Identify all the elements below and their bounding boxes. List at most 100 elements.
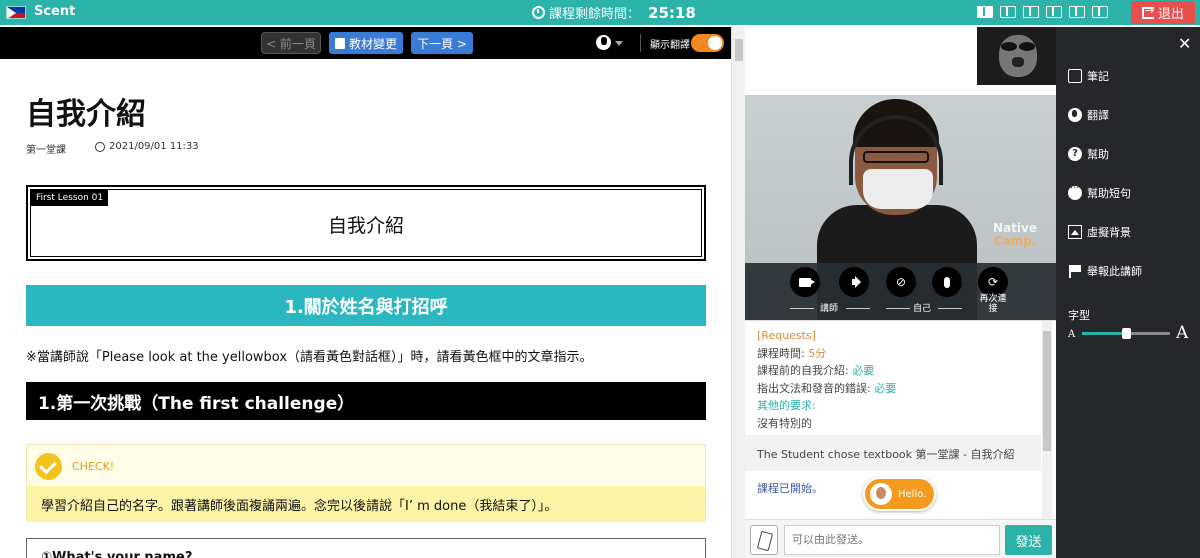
slider-handle[interactable] bbox=[1122, 328, 1131, 339]
help-icon: ? bbox=[1068, 147, 1082, 161]
translate-label: 顯示翻譯 bbox=[650, 40, 690, 51]
section-title: 1.關於姓名與打招呼 bbox=[26, 285, 706, 326]
speaker-icon bbox=[851, 279, 857, 285]
lesson-label: 第一堂課 bbox=[26, 145, 66, 156]
request-item: 沒有特別的 bbox=[757, 416, 812, 430]
book-icon bbox=[334, 37, 345, 49]
date-text: 2021/09/01 11:33 bbox=[109, 141, 199, 152]
check-label: CHECK! bbox=[72, 460, 115, 473]
microphone-icon bbox=[944, 276, 950, 288]
check-circle-icon bbox=[95, 141, 105, 152]
page-title: 自我介紹 bbox=[26, 97, 146, 132]
lesson-tag: First Lesson 01 bbox=[31, 190, 109, 206]
call-controls: ⊘ ⟳ 講師 自己 再次連接 bbox=[745, 263, 1056, 320]
camera-icon bbox=[799, 277, 815, 287]
camera-toggle-button[interactable] bbox=[790, 267, 820, 297]
reconnect-button[interactable]: ⟳ bbox=[978, 267, 1008, 297]
self-camera-thumbnail bbox=[977, 27, 1056, 85]
next-page-button[interactable]: 下一頁 > bbox=[411, 32, 473, 54]
layout-6-icon[interactable] bbox=[1092, 6, 1108, 18]
memo-button[interactable] bbox=[750, 525, 778, 555]
reconnect-label: 再次連接 bbox=[979, 294, 1007, 314]
image-icon bbox=[1068, 225, 1082, 239]
globe-icon bbox=[1068, 108, 1082, 122]
self-camera-off-button[interactable]: ⊘ bbox=[886, 267, 916, 297]
avatar bbox=[870, 483, 892, 505]
exit-label: 退出 bbox=[1157, 7, 1184, 22]
lesson-date: 2021/09/01 11:33 bbox=[95, 141, 199, 152]
lesson-name: 自我介紹 bbox=[327, 215, 404, 237]
layout-1-icon[interactable] bbox=[977, 6, 993, 18]
exit-button[interactable]: 退出 bbox=[1131, 1, 1195, 24]
sidebar-item-help[interactable]: ? 幫助 bbox=[1068, 145, 1109, 163]
sidebar-item-label: 筆記 bbox=[1087, 70, 1109, 83]
prev-page-button[interactable]: < 前一頁 bbox=[261, 32, 321, 54]
sidebar-item-label: 幫助短句 bbox=[1087, 187, 1131, 200]
check-box: CHECK! 學習介紹自己的名字。跟著講師後面複誦兩遍。念完以後請說「I’ m … bbox=[26, 444, 706, 522]
send-button[interactable]: 發送 bbox=[1005, 525, 1052, 555]
font-size-slider[interactable] bbox=[1082, 328, 1170, 339]
font-size-label: 字型 bbox=[1068, 309, 1090, 322]
sidebar-item-notes[interactable]: 筆記 bbox=[1068, 67, 1109, 85]
mic-toggle-button[interactable] bbox=[932, 267, 962, 297]
teacher-label: 講師 bbox=[820, 304, 839, 314]
textbook-content: 自我介紹 第一堂課 2021/09/01 11:33 First Lesson … bbox=[0, 59, 731, 558]
change-textbook-label: 教材變更 bbox=[348, 36, 397, 51]
camera-off-icon: ⊘ bbox=[895, 275, 907, 289]
hello-greeting-bubble[interactable]: Hello. bbox=[863, 477, 936, 511]
change-textbook-button[interactable]: 教材變更 bbox=[329, 32, 403, 54]
request-item: 其他的要求: bbox=[757, 399, 816, 412]
hello-text: Hello. bbox=[898, 488, 927, 500]
clock-icon bbox=[532, 6, 545, 19]
video-watermark: Native Camp. bbox=[993, 221, 1037, 248]
sidebar-item-help-phrases[interactable]: 幫助短句 bbox=[1068, 183, 1131, 202]
request-item: 課程時間: 5分 bbox=[757, 346, 827, 360]
close-icon[interactable]: ✕ bbox=[1178, 34, 1191, 53]
divider bbox=[640, 34, 641, 52]
textbook-toolbar: < 前一頁 教材變更 下一頁 > 顯示翻譯 bbox=[0, 27, 731, 59]
right-sidebar: ✕ 筆記 翻譯 ? 幫助 幫助短句 虛擬背景 舉報此講師 字型 A A bbox=[1056, 27, 1200, 558]
sidebar-item-label: 幫助 bbox=[1087, 148, 1109, 161]
lesson-started-message: 課程已開始。 bbox=[757, 482, 823, 495]
checkmark-icon bbox=[35, 453, 62, 480]
timer-label: 課程剩餘時間： bbox=[549, 7, 641, 22]
request-item: 指出文法和發音的錯誤: 必要 bbox=[757, 381, 897, 395]
layout-3-icon[interactable] bbox=[1023, 6, 1039, 18]
chat-input[interactable] bbox=[784, 525, 1000, 555]
requests-list: [Requests] 課程時間: 5分 課程前的自我介紹: 必要 指出文法和發音… bbox=[757, 327, 896, 432]
philippines-flag-icon bbox=[6, 6, 26, 19]
question-text: ①What's your name? bbox=[41, 550, 193, 558]
layout-5-icon[interactable] bbox=[1069, 6, 1085, 18]
sidebar-item-virtual-background[interactable]: 虛擬背景 bbox=[1068, 223, 1131, 241]
self-label: 自己 bbox=[913, 304, 932, 314]
timer-value: 25:18 bbox=[648, 3, 696, 22]
font-large-label: A bbox=[1176, 323, 1189, 343]
sidebar-item-report-teacher[interactable]: 舉報此講師 bbox=[1068, 262, 1142, 280]
reload-icon: ⟳ bbox=[987, 275, 999, 289]
font-small-label: A bbox=[1068, 329, 1076, 340]
chat-scrollbar[interactable] bbox=[1042, 321, 1052, 519]
translate-toggle[interactable] bbox=[691, 34, 724, 52]
request-item: 課程前的自我介紹: 必要 bbox=[757, 364, 875, 377]
exit-icon bbox=[1141, 4, 1154, 19]
question-box: ①What's your name? bbox=[26, 538, 706, 558]
video-panel: Native Camp. ⊘ ⟳ 講師 自己 再次連接 bbox=[745, 27, 1056, 321]
language-globe-icon[interactable] bbox=[596, 35, 611, 50]
sidebar-item-translate[interactable]: 翻譯 bbox=[1068, 106, 1109, 124]
layout-2-icon[interactable] bbox=[1000, 6, 1016, 18]
layout-4-icon[interactable] bbox=[1046, 6, 1062, 18]
system-message: The Student chose textbook 第一堂課 - 自我介紹 bbox=[745, 435, 1041, 471]
sidebar-item-label: 虛擬背景 bbox=[1087, 226, 1131, 239]
textbook-scrollbar[interactable] bbox=[731, 27, 745, 558]
sidebar-item-label: 舉報此講師 bbox=[1087, 265, 1142, 278]
lesson-timer: 課程剩餘時間： 25:18 bbox=[532, 3, 696, 22]
flag-icon bbox=[1068, 264, 1082, 278]
chat-bubble-icon bbox=[1068, 183, 1082, 200]
speaker-toggle-button[interactable] bbox=[839, 267, 869, 297]
challenge-title: 1.第一次挑戰（The first challenge） bbox=[26, 382, 706, 420]
chevron-down-icon[interactable] bbox=[615, 41, 623, 46]
requests-header: [Requests] bbox=[757, 329, 816, 342]
lesson-header-box: First Lesson 01 自我介紹 bbox=[26, 185, 706, 261]
check-text: 學習介紹自己的名字。跟著講師後面複誦兩遍。念完以後請說「I’ m done（我結… bbox=[27, 486, 705, 522]
app-name: Scent bbox=[34, 4, 76, 19]
